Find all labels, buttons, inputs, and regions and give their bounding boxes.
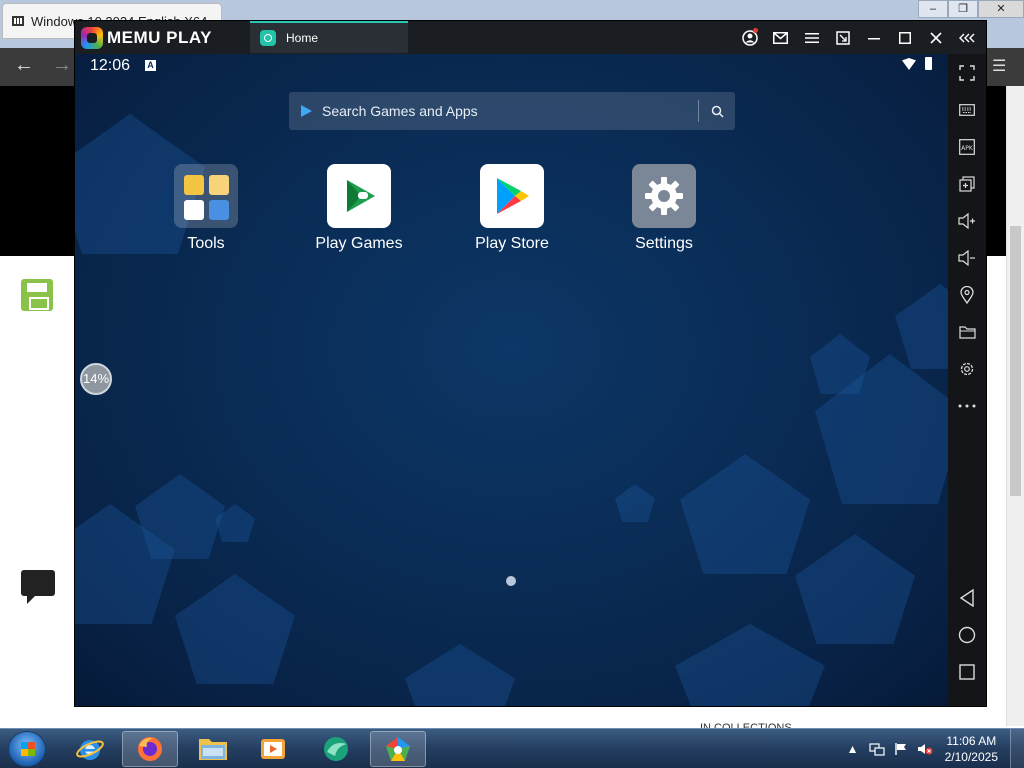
search-input[interactable]: Search Games and Apps [322, 103, 698, 119]
recents-icon[interactable] [948, 653, 986, 690]
minimize-icon[interactable] [858, 21, 889, 54]
show-desktop-button[interactable] [1010, 729, 1024, 768]
browser-icon[interactable] [308, 731, 364, 767]
app-tools[interactable]: Tools [151, 164, 261, 253]
app-play-games[interactable]: Play Games [304, 164, 414, 253]
tab-home-label: Home [286, 31, 319, 45]
account-icon[interactable] [734, 21, 765, 54]
wifi-icon [902, 58, 916, 70]
notification-badge [753, 28, 758, 33]
host-minimize-button[interactable]: – [918, 0, 948, 18]
memu-title-controls [734, 21, 982, 54]
memu-titlebar: MEMU PLAY Home [75, 21, 986, 54]
tray-time: 11:06 AM [946, 734, 997, 748]
battery-icon [925, 57, 932, 70]
host-scrollbar-thumb[interactable] [1010, 226, 1021, 496]
menu-icon[interactable] [796, 21, 827, 54]
resize-icon[interactable] [827, 21, 858, 54]
status-clock: 12:06 [90, 57, 131, 74]
memu-logo: MEMU PLAY [81, 27, 212, 49]
mail-icon[interactable] [765, 21, 796, 54]
play-games-icon [327, 164, 391, 228]
save-icon[interactable] [21, 279, 53, 311]
memu-home-icon [260, 30, 276, 46]
maximize-icon[interactable] [889, 21, 920, 54]
apk-icon[interactable]: APK [948, 128, 986, 165]
loading-indicator: 14% [80, 363, 112, 395]
background-shape [675, 624, 825, 706]
close-icon[interactable] [920, 21, 951, 54]
internet-explorer-icon[interactable] [62, 731, 118, 767]
firefox-icon[interactable] [122, 731, 178, 767]
file-explorer-icon[interactable] [185, 731, 241, 767]
search-icon[interactable] [699, 92, 735, 130]
settings-gear-icon [632, 164, 696, 228]
more-icon[interactable] [948, 387, 986, 424]
folder-icon[interactable] [948, 313, 986, 350]
app-settings[interactable]: Settings [609, 164, 719, 253]
multi-window-icon[interactable] [948, 165, 986, 202]
background-shape [175, 574, 295, 684]
collapse-icon[interactable] [951, 21, 982, 54]
app-play-store[interactable]: Play Store [457, 164, 567, 253]
host-back-icon[interactable]: ← [14, 54, 34, 77]
search-bar[interactable]: Search Games and Apps [289, 92, 735, 130]
volume-muted-icon[interactable] [915, 739, 935, 759]
media-player-icon[interactable] [245, 731, 301, 767]
play-store-small-icon [301, 105, 312, 117]
memu-logo-text: MEMU PLAY [107, 28, 212, 47]
settings-icon[interactable] [948, 350, 986, 387]
app-label: Play Store [475, 235, 549, 252]
show-hidden-icons-icon[interactable]: ▲ [843, 739, 863, 759]
tools-folder-icon [174, 164, 238, 228]
start-button[interactable] [8, 731, 46, 767]
background-shape [795, 534, 915, 644]
keyboard-icon[interactable] [948, 91, 986, 128]
back-icon[interactable] [948, 579, 986, 616]
volume-up-icon[interactable] [948, 202, 986, 239]
host-restore-button[interactable]: ❐ [948, 0, 978, 18]
app-label: Play Games [315, 235, 403, 252]
background-shape [680, 454, 810, 574]
volume-down-icon[interactable] [948, 239, 986, 276]
host-close-button[interactable]: ✕ [978, 0, 1024, 18]
host-menu-icon[interactable]: ☰ [992, 56, 1006, 76]
page-indicator-dot [506, 576, 516, 586]
memu-sidebar: APK [948, 54, 986, 706]
android-status-bar: 12:06 A [75, 54, 948, 78]
background-shape [895, 284, 948, 369]
host-forward-icon[interactable]: → [52, 54, 72, 77]
tray-date: 2/10/2025 [944, 750, 998, 764]
memu-window: MEMU PLAY Home 12:06 A Search Games and … [74, 20, 987, 707]
home-icon[interactable] [948, 616, 986, 653]
windows-icon [12, 16, 24, 26]
background-shape [615, 484, 655, 522]
location-icon[interactable] [948, 276, 986, 313]
android-screen[interactable]: 12:06 A Search Games and Apps Tools Play… [75, 54, 948, 706]
action-center-flag-icon[interactable] [891, 739, 911, 759]
svg-text:APK: APK [961, 145, 974, 152]
background-shape [810, 334, 870, 394]
fullscreen-icon[interactable] [948, 54, 986, 91]
memu-logo-icon [81, 27, 103, 49]
background-shape [405, 644, 515, 706]
host-window-controls: – ❐ ✕ [918, 0, 1024, 18]
app-grid: Tools Play Games Play Store Settings [75, 164, 948, 264]
network-icon[interactable] [867, 739, 887, 759]
system-tray: ▲ 11:06 AM 2/10/2025 [841, 729, 1024, 768]
host-scrollbar[interactable] [1006, 86, 1024, 726]
tray-clock[interactable]: 11:06 AM 2/10/2025 [945, 733, 998, 765]
a-icon: A [145, 60, 156, 71]
memu-icon[interactable] [370, 731, 426, 767]
chat-icon[interactable] [21, 570, 55, 604]
taskbar: ▲ 11:06 AM 2/10/2025 [0, 728, 1024, 768]
play-store-icon [480, 164, 544, 228]
app-label: Tools [187, 235, 225, 252]
tab-home[interactable]: Home [250, 21, 408, 53]
app-label: Settings [635, 235, 693, 252]
